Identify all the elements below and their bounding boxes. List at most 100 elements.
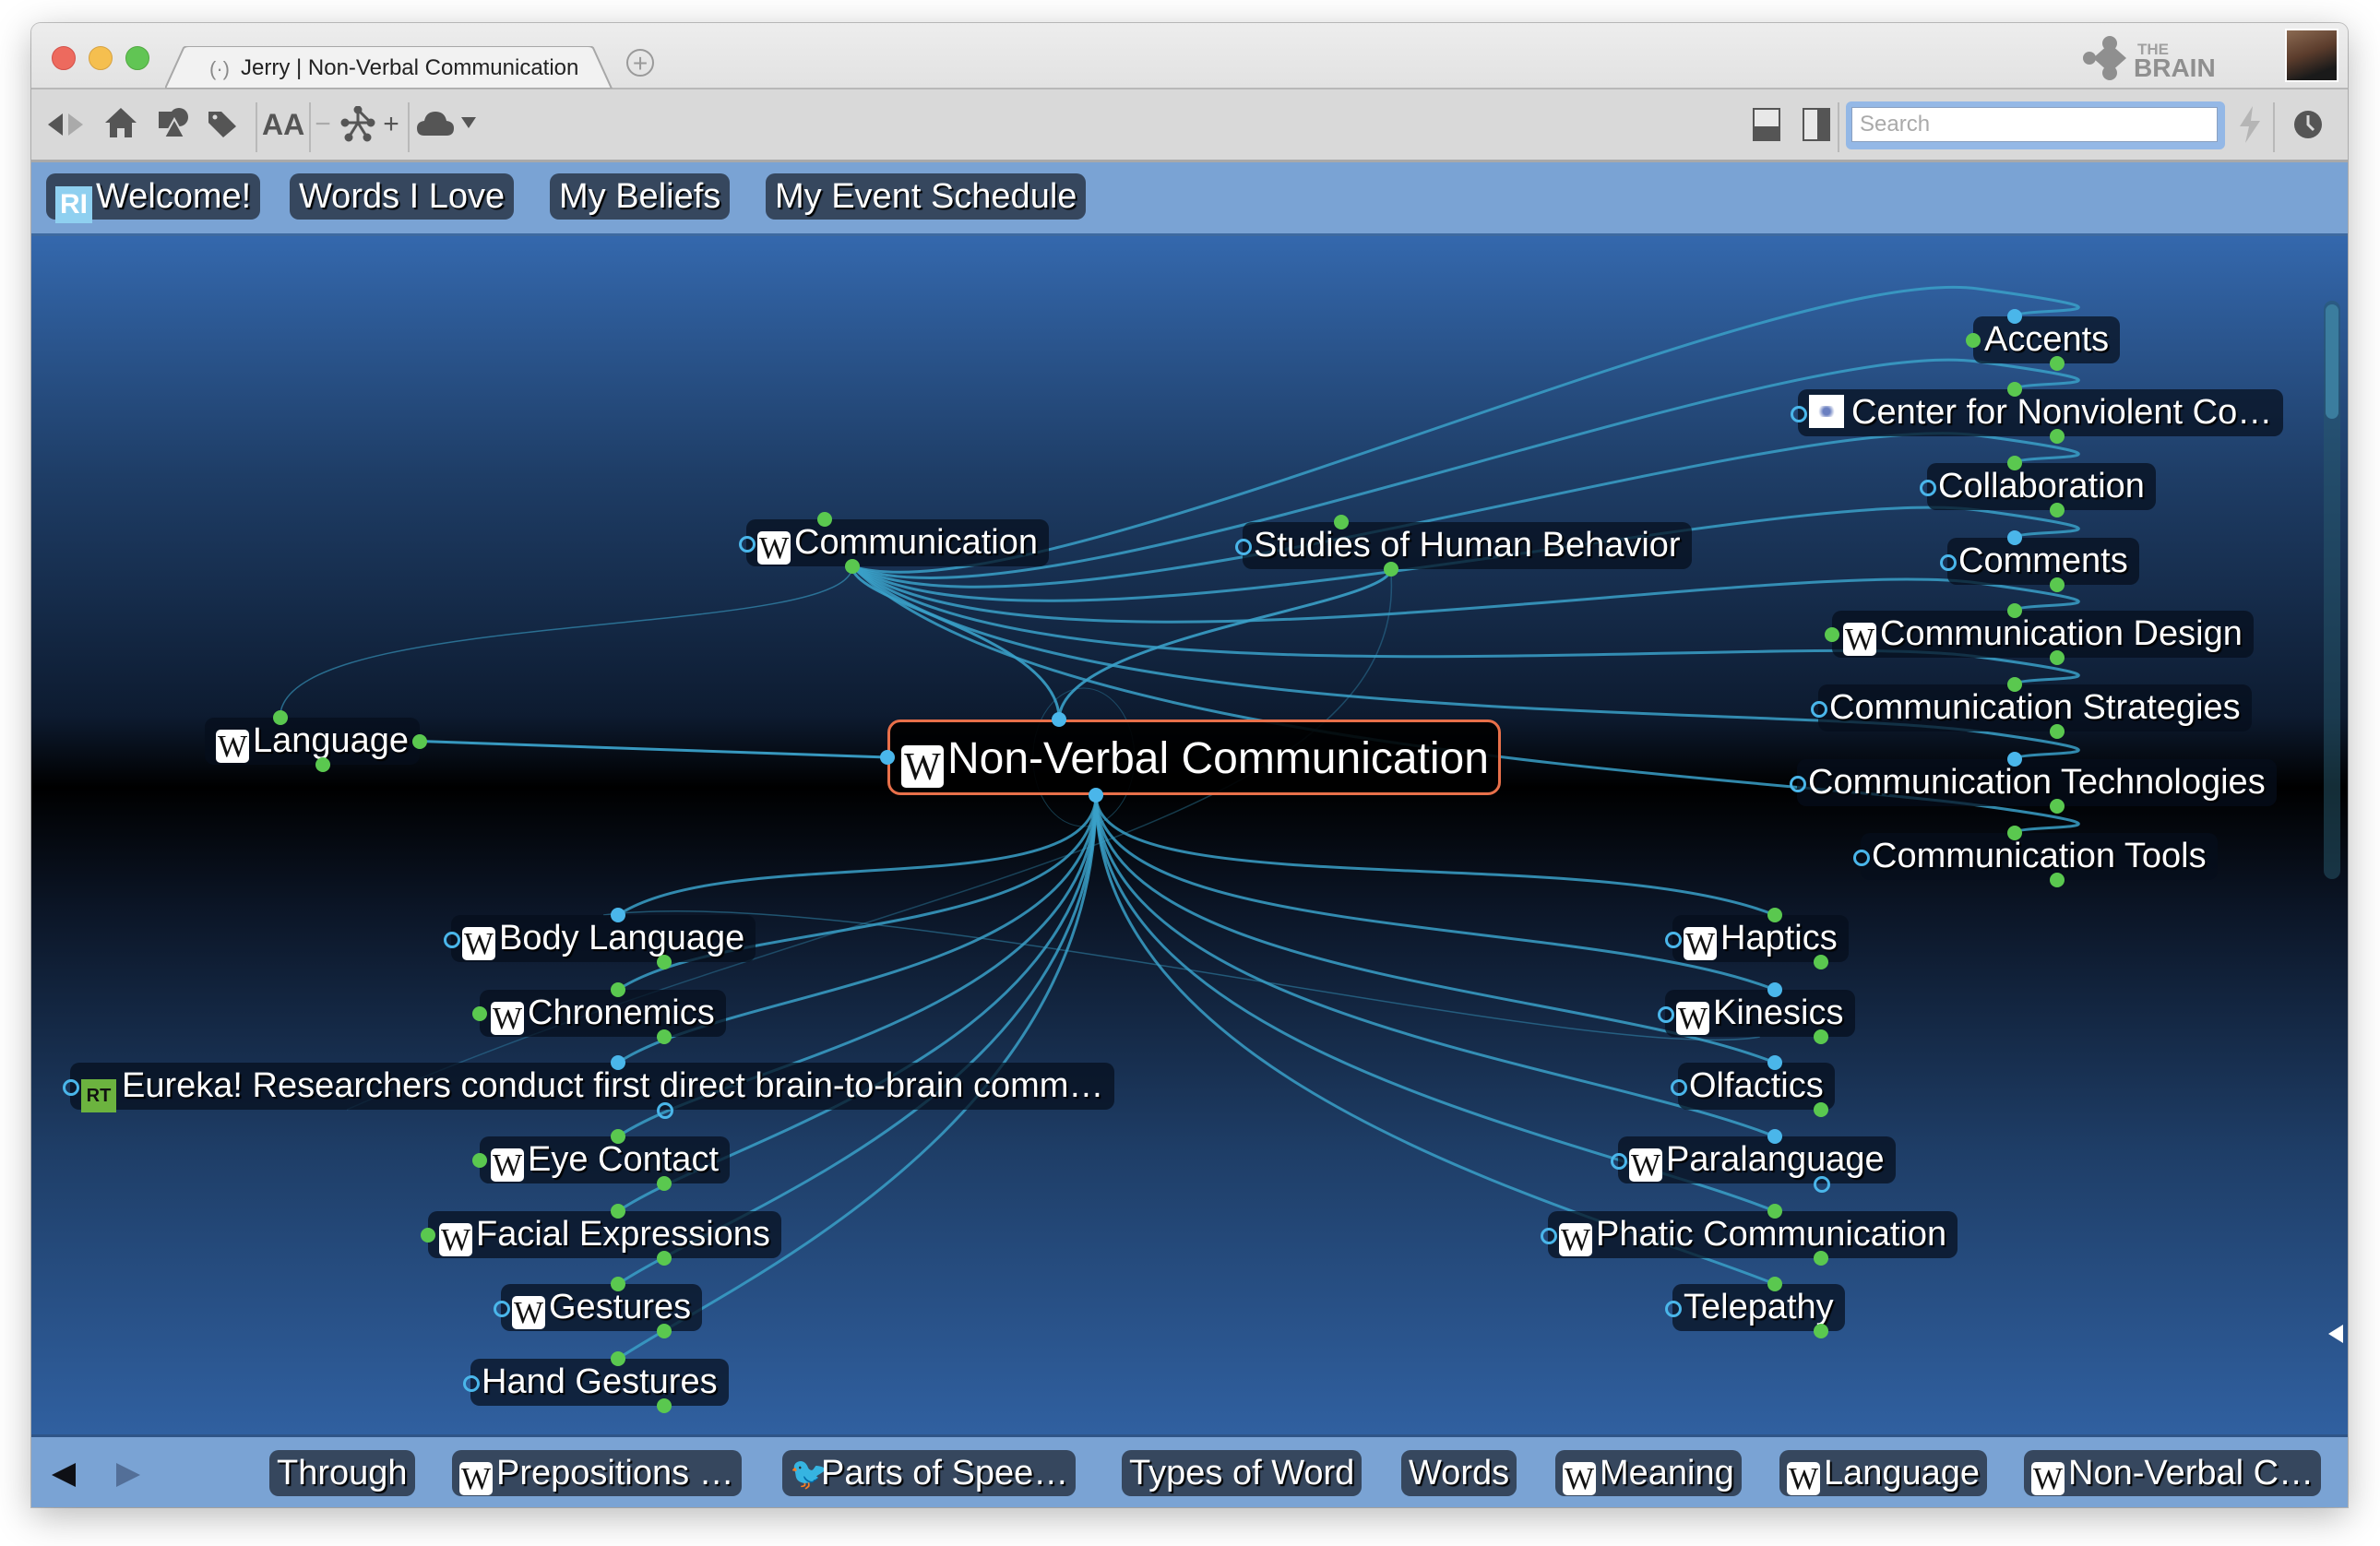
child-jump-gate[interactable] [472, 1005, 487, 1021]
pin-words-i-love[interactable]: Words I Love [290, 173, 515, 220]
history-item[interactable]: W Non-Verbal C… [2024, 1450, 2322, 1496]
sibling-communication-technologies[interactable]: Communication Technologies [1797, 759, 2277, 806]
sibling-child-gate[interactable] [2050, 873, 2065, 887]
dropdown-icon[interactable] [461, 117, 476, 128]
sibling-child-gate[interactable] [2050, 429, 2065, 444]
child-jump-gate[interactable] [421, 1227, 435, 1243]
history-item[interactable]: 🐦Parts of Spee… [782, 1450, 1077, 1496]
minimize-button[interactable] [89, 46, 113, 70]
history-item[interactable]: W Meaning [1555, 1450, 1742, 1496]
history-forward-icon[interactable] [116, 1463, 140, 1487]
sibling-comments[interactable]: Comments [1947, 538, 2139, 585]
history-item[interactable]: W Language [1779, 1450, 1988, 1496]
child-kinesics[interactable]: W Kinesics [1665, 990, 1855, 1037]
child-parent-gate[interactable] [1767, 908, 1782, 922]
child-parent-gate[interactable] [611, 1055, 625, 1070]
thought-communication[interactable]: W Communication [746, 519, 1049, 566]
child-child-gate[interactable] [1814, 1029, 1828, 1044]
active-thought[interactable]: W Non-Verbal Communication [887, 719, 1501, 795]
child-parent-gate[interactable] [611, 908, 625, 922]
history-clock-icon[interactable] [2293, 110, 2323, 139]
child-eye-contact[interactable]: W Eye Contact [480, 1136, 730, 1183]
canvas-scrollbar[interactable] [2324, 301, 2340, 879]
child-paralanguage[interactable]: W Paralanguage [1618, 1136, 1896, 1183]
tag-icon[interactable] [207, 108, 238, 139]
sibling-child-gate[interactable] [2050, 724, 2065, 739]
pin-welcome[interactable]: RI Welcome! [46, 173, 261, 223]
zoom-out-icon[interactable]: − [314, 108, 332, 141]
sibling-communication-strategies[interactable]: Communication Strategies [1818, 684, 2252, 731]
pin-my-beliefs[interactable]: My Beliefs [550, 173, 731, 220]
sibling-jump-gate[interactable] [1940, 553, 1957, 571]
shapes-icon[interactable] [157, 106, 192, 139]
sibling-parent-gate[interactable] [2007, 677, 2022, 692]
cloud-sync-icon[interactable] [417, 110, 454, 137]
child-child-gate[interactable] [657, 1398, 672, 1413]
collapse-panel-arrow-icon[interactable] [2328, 1325, 2343, 1343]
child-jump-gate[interactable] [1665, 1300, 1682, 1317]
zoom-button[interactable] [125, 46, 149, 70]
user-avatar[interactable] [2285, 29, 2338, 82]
sibling-parent-gate[interactable] [2007, 752, 2022, 767]
close-button[interactable] [52, 46, 76, 70]
child-child-gate[interactable] [657, 1102, 673, 1119]
sibling-child-gate[interactable] [2050, 577, 2065, 592]
child-jump-gate[interactable] [1658, 1005, 1674, 1023]
sibling-jump-gate[interactable] [1825, 626, 1839, 642]
sibling-jump-gate[interactable] [1790, 775, 1806, 792]
sibling-collaboration[interactable]: Collaboration [1927, 463, 2156, 510]
child-parent-gate[interactable] [1767, 1277, 1782, 1291]
child-child-gate[interactable] [657, 1029, 672, 1044]
child-parent-gate[interactable] [611, 1204, 625, 1219]
sibling-child-gate[interactable] [2050, 650, 2065, 665]
tab-active[interactable]: (·) Jerry | Non-Verbal Communication [165, 46, 617, 89]
studies-parent-gate[interactable] [1334, 515, 1350, 529]
child-child-gate[interactable] [1814, 1324, 1828, 1338]
language-jump-gate[interactable] [412, 733, 428, 749]
thought-language[interactable]: W Language [205, 718, 421, 765]
home-icon[interactable] [103, 106, 138, 139]
child-child-gate[interactable] [657, 1176, 672, 1191]
sibling-communication-design[interactable]: W Communication Design [1832, 611, 2254, 658]
sibling-parent-gate[interactable] [2007, 826, 2022, 840]
sibling-jump-gate[interactable] [1791, 405, 1807, 422]
sibling-accents[interactable]: Accents [1973, 316, 2121, 363]
communication-jump-gate[interactable] [739, 535, 756, 553]
studies-jump-gate[interactable] [1235, 538, 1252, 555]
new-tab-button[interactable]: + [626, 49, 654, 77]
sibling-parent-gate[interactable] [2007, 456, 2022, 470]
history-item[interactable]: Types of Word [1122, 1450, 1363, 1496]
sibling-child-gate[interactable] [2050, 356, 2065, 371]
studies-child-gate[interactable] [1383, 562, 1398, 577]
sibling-parent-gate[interactable] [2007, 382, 2022, 397]
child-parent-gate[interactable] [1767, 982, 1782, 997]
child-parent-gate[interactable] [611, 1129, 625, 1144]
communication-child-gate[interactable] [844, 559, 860, 574]
zoom-in-icon[interactable]: + [380, 108, 402, 141]
history-back-icon[interactable] [52, 1463, 76, 1487]
child-child-gate[interactable] [1814, 1251, 1828, 1266]
child-eureka-article[interactable]: RT Eureka! Researchers conduct first dire… [70, 1063, 1115, 1112]
child-jump-gate[interactable] [444, 931, 460, 948]
child-child-gate[interactable] [1814, 1102, 1828, 1117]
history-item[interactable]: Words [1401, 1450, 1517, 1496]
lightning-icon[interactable] [2238, 106, 2262, 143]
child-child-gate[interactable] [1814, 1176, 1830, 1193]
child-child-gate[interactable] [1814, 955, 1828, 969]
child-chronemics[interactable]: W Chronemics [480, 990, 726, 1037]
pin-my-event-schedule[interactable]: My Event Schedule [766, 173, 1087, 220]
child-child-gate[interactable] [657, 1251, 672, 1266]
child-parent-gate[interactable] [1767, 1204, 1782, 1219]
history-item[interactable]: Through [269, 1450, 415, 1496]
sibling-jump-gate[interactable] [1811, 700, 1827, 718]
sibling-jump-gate[interactable] [1966, 332, 1981, 348]
child-body-language[interactable]: W Body Language [451, 915, 756, 962]
sibling-parent-gate[interactable] [2007, 530, 2022, 545]
sibling-child-gate[interactable] [2050, 503, 2065, 517]
active-jump-gate[interactable] [880, 750, 895, 765]
thought-network-icon[interactable] [339, 106, 376, 143]
layout-right-icon[interactable] [1803, 108, 1830, 141]
scrollbar-thumb[interactable] [2326, 304, 2338, 419]
child-child-gate[interactable] [657, 1324, 672, 1338]
plex-canvas[interactable]: W Communication Studies of Human Behavior… [31, 236, 2348, 1434]
